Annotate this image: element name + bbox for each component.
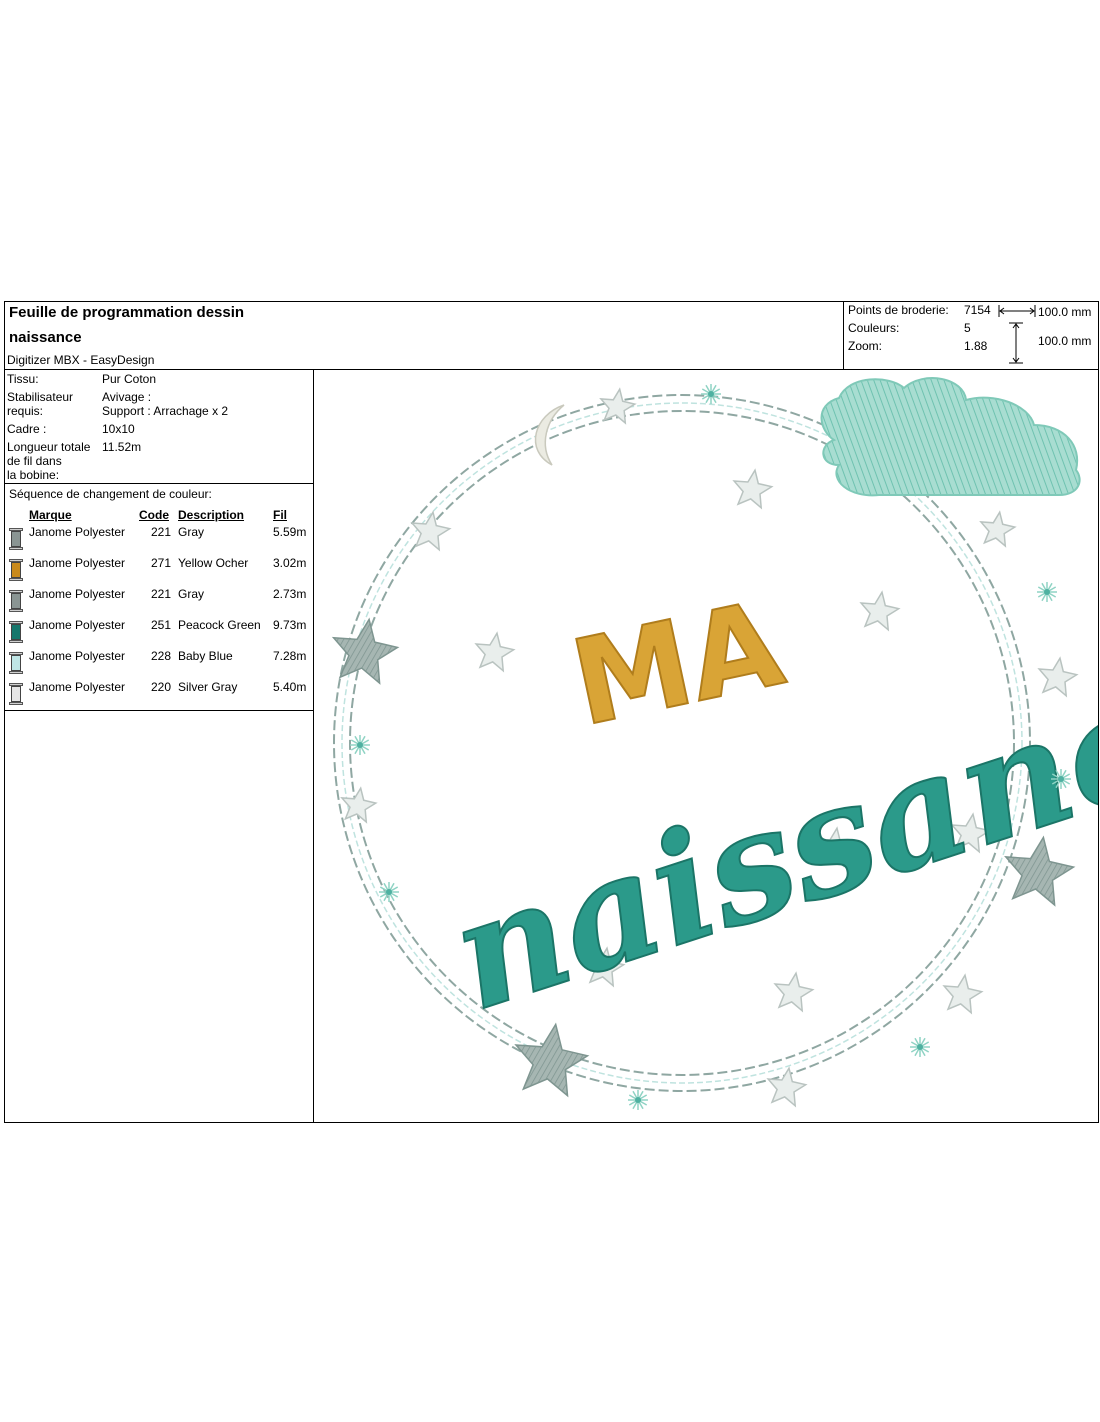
programming-sheet: Feuille de programmation dessin naissanc… <box>4 301 1099 1123</box>
fabric-label: Tissu: <box>7 372 39 386</box>
row-code: 221 <box>151 587 172 601</box>
star-icon <box>773 971 815 1013</box>
column-header-code: Code <box>139 508 169 522</box>
row-brand: Janome Polyester <box>29 525 126 539</box>
flower-icon <box>628 1090 648 1110</box>
row-description: Baby Blue <box>178 649 233 663</box>
row-code: 251 <box>151 618 172 632</box>
cloud-icon <box>820 377 1081 497</box>
row-thread: 5.40m <box>273 680 307 694</box>
sequence-title: Séquence de changement de couleur: <box>9 487 212 501</box>
zoom-value: 1.88 <box>964 339 988 353</box>
spool-color <box>11 686 21 702</box>
column-header-brand: Marque <box>29 508 72 522</box>
spool-color <box>11 531 21 547</box>
colors-value: 5 <box>964 321 971 335</box>
thread-spool-icon <box>9 683 23 705</box>
stabilizer-label-2: requis: <box>7 404 44 418</box>
thread-length-value: 11.52m <box>102 440 142 454</box>
sheet-title: Feuille de programmation dessin <box>9 304 245 321</box>
stats-divider <box>843 302 844 369</box>
frame-value: 10x10 <box>102 422 135 436</box>
fabric-value: Pur Coton <box>102 372 157 386</box>
column-header-description: Description <box>178 508 245 522</box>
thread-spool-icon <box>9 528 23 550</box>
spool-color <box>11 655 21 671</box>
star-icon <box>331 617 400 685</box>
flower-icon <box>701 384 721 404</box>
thread-length-label-2: de fil dans <box>7 454 62 468</box>
colors-label: Couleurs: <box>848 321 900 335</box>
flower-icon <box>1037 582 1057 602</box>
thread-spool-icon <box>9 559 23 581</box>
star-icon <box>474 631 516 673</box>
row-description: Gray <box>178 525 205 539</box>
row-description: Silver Gray <box>178 680 238 694</box>
row-code: 271 <box>151 556 172 570</box>
stitches-label: Points de broderie: <box>848 303 949 317</box>
row-brand: Janome Polyester <box>29 618 126 632</box>
row-thread: 3.02m <box>273 556 307 570</box>
stitches-value: 7154 <box>964 303 991 317</box>
height-value: 100.0 mm <box>1038 334 1092 348</box>
thread-length-label-3: la bobine: <box>7 468 60 482</box>
embroidery-design-preview: MA naissance <box>331 377 1098 1110</box>
stabilizer-label-1: Stabilisateur <box>7 390 74 404</box>
row-code: 221 <box>151 525 172 539</box>
flower-icon <box>350 735 370 755</box>
moon-icon <box>534 404 565 466</box>
row-brand: Janome Polyester <box>29 680 126 694</box>
thread-spool-icon <box>9 652 23 674</box>
flower-icon <box>910 1037 930 1057</box>
meta-divider <box>5 483 313 484</box>
spool-color <box>11 562 21 578</box>
flower-icon <box>379 882 399 902</box>
star-icon <box>979 510 1017 548</box>
thread-spool-icon <box>9 621 23 643</box>
zoom-label: Zoom: <box>848 339 883 353</box>
stabilizer-value-1: Avivage : <box>102 390 152 404</box>
star-icon <box>514 1022 590 1098</box>
star-icon <box>942 973 984 1015</box>
thread-length-label-1: Longueur totale <box>7 440 91 454</box>
row-description: Gray <box>178 587 205 601</box>
row-brand: Janome Polyester <box>29 587 126 601</box>
height-dimension-icon <box>1009 322 1023 364</box>
width-dimension-icon <box>998 305 1036 317</box>
stabilizer-value-2: Support : Arrachage x 2 <box>102 404 229 418</box>
row-thread: 7.28m <box>273 649 307 663</box>
sequence-divider <box>5 710 313 711</box>
row-thread: 5.59m <box>273 525 307 539</box>
row-thread: 2.73m <box>273 587 307 601</box>
frame-label: Cadre : <box>7 422 47 436</box>
row-description: Peacock Green <box>178 618 261 632</box>
software-name: Digitizer MBX - EasyDesign <box>7 353 155 367</box>
star-icon <box>859 590 901 632</box>
row-code: 220 <box>151 680 172 694</box>
spool-color <box>11 593 21 609</box>
star-icon <box>766 1066 808 1108</box>
design-text-ma: MA <box>561 574 794 752</box>
star-icon <box>732 468 774 510</box>
width-value: 100.0 mm <box>1038 305 1092 319</box>
row-description: Yellow Ocher <box>178 556 249 570</box>
spool-color <box>11 624 21 640</box>
row-code: 228 <box>151 649 172 663</box>
row-brand: Janome Polyester <box>29 649 126 663</box>
row-brand: Janome Polyester <box>29 556 126 570</box>
row-thread: 9.73m <box>273 618 307 632</box>
column-header-thread: Fil <box>273 508 287 522</box>
thread-spool-icon <box>9 590 23 612</box>
design-name: naissance <box>9 329 82 346</box>
